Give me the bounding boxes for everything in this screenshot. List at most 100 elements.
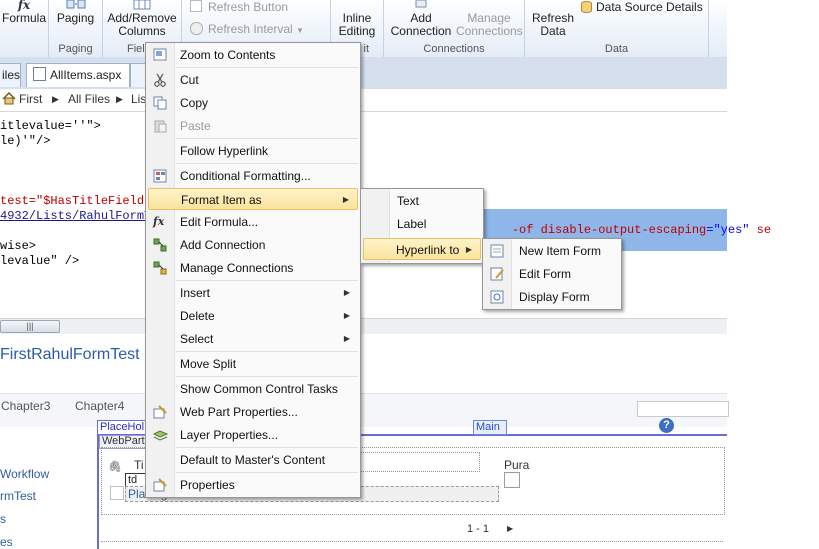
- paging-icon: [66, 0, 85, 9]
- design-view[interactable]: FirstRahulFormTest Chapter3 Chapter4 Pla…: [0, 334, 729, 549]
- menu-item-layer-properties[interactable]: Layer Properties...: [148, 424, 358, 446]
- menu-item-new-item-form[interactable]: New Item Form: [485, 240, 619, 262]
- menu-item-delete[interactable]: Delete ▶: [148, 305, 358, 327]
- placeholder-tag[interactable]: PlaceHol: [97, 420, 149, 435]
- menu-item-move-split[interactable]: Move Split: [148, 353, 358, 375]
- menu-item-label: Cut: [180, 73, 199, 87]
- menu-separator: [176, 163, 358, 164]
- ribbon-group-data-label: Data: [604, 43, 629, 55]
- paging-button[interactable]: Paging: [49, 0, 102, 25]
- refresh-button-option[interactable]: Refresh Button: [190, 0, 288, 14]
- menu-item-edit-formula[interactable]: fx Edit Formula...: [148, 211, 358, 233]
- help-icon[interactable]: ?: [659, 418, 674, 433]
- pager-label: 1 - 1: [467, 523, 490, 535]
- menu-item-zoom-to-contents[interactable]: Zoom to Contents: [148, 44, 358, 66]
- refresh-button-checkbox[interactable]: [190, 0, 202, 12]
- menu-item-display-form[interactable]: Display Form: [485, 286, 619, 308]
- properties-icon: [153, 478, 167, 492]
- menu-separator: [176, 472, 358, 473]
- menu-item-label[interactable]: Label: [363, 213, 481, 235]
- row-checkbox[interactable]: [504, 472, 520, 488]
- menu-item-select[interactable]: Select ▶: [148, 328, 358, 350]
- nav-es[interactable]: es: [0, 535, 13, 549]
- menu-item-label: Conditional Formatting...: [180, 169, 311, 183]
- menu-item-conditional-formatting[interactable]: Conditional Formatting...: [148, 165, 358, 187]
- nav-chapter4[interactable]: Chapter4: [75, 399, 124, 413]
- page-icon: [33, 67, 46, 81]
- menu-item-paste[interactable]: Paste: [148, 115, 358, 137]
- menu-item-label: Edit Formula...: [180, 215, 259, 229]
- menu-item-edit-form[interactable]: Edit Form: [485, 263, 619, 285]
- conditional-formatting-icon: [153, 169, 167, 183]
- nav-formtest[interactable]: rmTest: [0, 489, 36, 503]
- menu-item-follow-hyperlink[interactable]: Follow Hyperlink: [148, 140, 358, 162]
- zone-divider: [101, 541, 723, 543]
- menu-item-insert[interactable]: Insert ▶: [148, 282, 358, 304]
- menu-item-add-connection[interactable]: Add Connection: [148, 234, 358, 256]
- add-remove-columns-button[interactable]: Add/Remove Columns: [103, 0, 181, 38]
- refresh-data-button[interactable]: Refresh Data: [527, 0, 579, 38]
- format-item-as-submenu: Text Label Hyperlink to ▶: [360, 188, 484, 264]
- field-box[interactable]: [360, 452, 480, 472]
- horizontal-scrollbar[interactable]: [0, 318, 727, 334]
- menu-item-label: Text: [397, 194, 420, 208]
- menu-separator: [176, 351, 358, 352]
- menu-item-label: Layer Properties...: [180, 428, 279, 442]
- layer-properties-icon: [153, 430, 168, 441]
- tab-files[interactable]: iles: [0, 63, 21, 87]
- menu-item-label: Default to Master's Content: [180, 453, 326, 467]
- menu-separator: [176, 67, 358, 68]
- submenu-arrow-icon: ▶: [343, 311, 350, 320]
- edit-form-icon: [490, 267, 504, 281]
- paste-icon: [154, 120, 167, 133]
- formula-button[interactable]: fx Formula: [0, 0, 48, 25]
- main-tag[interactable]: Main: [473, 420, 507, 435]
- menu-item-label: Hyperlink to: [396, 243, 460, 257]
- search-input[interactable]: [637, 401, 729, 417]
- menu-item-text[interactable]: Text: [363, 190, 481, 212]
- menu-item-show-common-control-tasks[interactable]: Show Common Control Tasks: [148, 378, 358, 400]
- menu-separator: [176, 138, 358, 139]
- manage-connections-button[interactable]: Manage Connections: [456, 0, 523, 38]
- nav-workflow[interactable]: Workflow: [0, 467, 49, 481]
- menu-item-label: Paste: [180, 119, 211, 133]
- scrollbar-thumb[interactable]: |||: [0, 320, 60, 333]
- menu-item-web-part-properties[interactable]: Web Part Properties...: [148, 401, 358, 423]
- submenu-arrow-icon: ▶: [343, 288, 350, 297]
- ribbon-group-connections-label: Connections: [423, 43, 485, 55]
- menu-item-format-item-as[interactable]: Format Item as ▶: [148, 188, 358, 210]
- menu-item-label: Zoom to Contents: [180, 48, 276, 62]
- breadcrumb-first-label: First: [19, 92, 43, 106]
- code-line: itlevalue=''">: [0, 119, 101, 133]
- nav-s[interactable]: s: [0, 512, 6, 526]
- menu-separator: [176, 447, 358, 448]
- menu-item-properties[interactable]: Properties: [148, 474, 358, 496]
- data-source-details-button[interactable]: Data Source Details: [581, 0, 703, 14]
- pager-next-icon[interactable]: ▶: [507, 524, 513, 533]
- add-connection-button[interactable]: Add Connection: [388, 0, 454, 38]
- menu-item-manage-connections[interactable]: Manage Connections: [148, 257, 358, 279]
- attachment-icon: 🖇: [108, 461, 122, 473]
- menu-item-default-to-masters-content[interactable]: Default to Master's Content: [148, 449, 358, 471]
- ribbon-group-paging-label: Paging: [58, 43, 93, 55]
- data-source-details-label: Data Source Details: [596, 0, 703, 14]
- refresh-interval-option[interactable]: Refresh Interval ▼: [190, 22, 304, 36]
- refresh-interval-label: Refresh Interval: [208, 22, 293, 36]
- breadcrumb-first[interactable]: First: [2, 91, 43, 106]
- scissors-icon: [154, 73, 166, 87]
- menu-item-label: Web Part Properties...: [180, 405, 298, 419]
- columns-icon: [133, 0, 151, 10]
- breadcrumb-all-files[interactable]: All Files: [68, 92, 110, 106]
- menu-item-cut[interactable]: Cut: [148, 69, 358, 91]
- code-line: le)'"/>: [0, 134, 51, 148]
- ribbon-group-formula: fx Formula: [0, 0, 49, 57]
- tab-allitems[interactable]: AllItems.aspx: [26, 63, 130, 87]
- chevron-down-icon: ▼: [296, 26, 304, 35]
- row-select-checkbox[interactable]: [110, 486, 124, 500]
- menu-item-copy[interactable]: Copy: [148, 92, 358, 114]
- display-form-icon: [490, 290, 504, 304]
- menu-item-hyperlink-to[interactable]: Hyperlink to ▶: [363, 238, 481, 260]
- inline-editing-button[interactable]: Inline Editing: [331, 4, 383, 38]
- nav-chapter3[interactable]: Chapter3: [1, 399, 50, 413]
- submenu-arrow-icon: ▶: [465, 245, 472, 254]
